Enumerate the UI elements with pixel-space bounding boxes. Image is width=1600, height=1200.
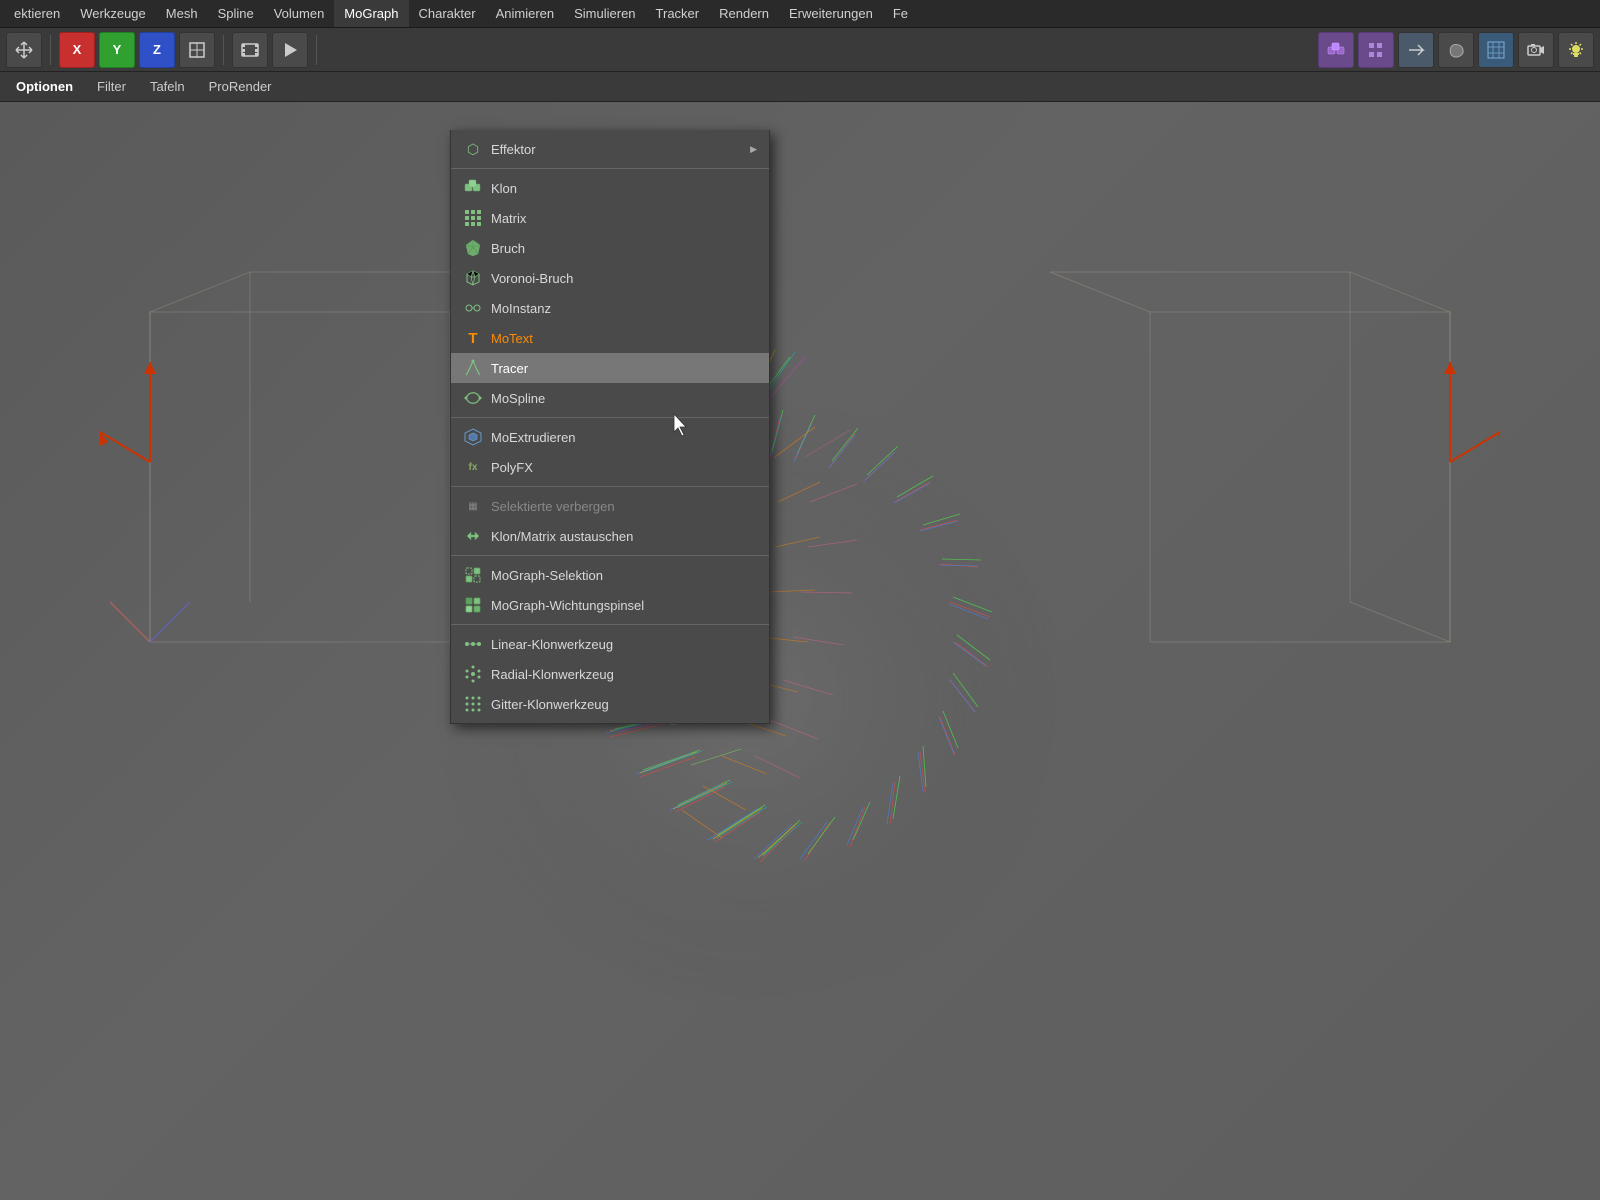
bruch-label: Bruch xyxy=(491,241,525,256)
matrix-icon xyxy=(463,208,483,228)
separator-1 xyxy=(50,35,51,65)
x-axis-btn[interactable]: X xyxy=(59,32,95,68)
separator-3 xyxy=(316,35,317,65)
menu-selektierte-verbergen: ▦ Selektierte verbergen xyxy=(451,491,769,521)
menu-voronoi-bruch[interactable]: Voronoi-Bruch xyxy=(451,263,769,293)
klon-label: Klon xyxy=(491,181,517,196)
linear-klon-label: Linear-Klonwerkzeug xyxy=(491,637,613,652)
menu-select[interactable]: ektieren xyxy=(4,0,70,27)
tracer-label: Tracer xyxy=(491,361,528,376)
menu-effektor[interactable]: ⬡ Effektor xyxy=(451,134,769,164)
voronoi-icon xyxy=(463,268,483,288)
effektor-icon: ⬡ xyxy=(463,139,483,159)
menu-linear-klonwerkzeug[interactable]: Linear-Klonwerkzeug xyxy=(451,629,769,659)
menu-charakter[interactable]: Charakter xyxy=(409,0,486,27)
menu-moinstanz[interactable]: MoInstanz xyxy=(451,293,769,323)
move-tool-btn[interactable] xyxy=(6,32,42,68)
leaf-btn[interactable] xyxy=(1438,32,1474,68)
polyfx-label: PolyFX xyxy=(491,460,533,475)
separator-2 xyxy=(223,35,224,65)
menu-spline[interactable]: Spline xyxy=(208,0,264,27)
selektierte-label: Selektierte verbergen xyxy=(491,499,615,514)
gitter-klon-icon xyxy=(463,694,483,714)
bruch-icon xyxy=(463,238,483,258)
divider-2 xyxy=(451,417,769,418)
z-axis-btn[interactable]: Z xyxy=(139,32,175,68)
grid2-btn[interactable] xyxy=(1478,32,1514,68)
moinstanz-label: MoInstanz xyxy=(491,301,551,316)
wichtungspinsel-icon xyxy=(463,595,483,615)
menu-simulieren[interactable]: Simulieren xyxy=(564,0,645,27)
toolbar2-tafeln[interactable]: Tafeln xyxy=(142,77,193,96)
mograph-dropdown-menu: ⬡ Effektor Klon Matrix xyxy=(450,130,770,724)
menu-animieren[interactable]: Animieren xyxy=(486,0,565,27)
y-axis-btn[interactable]: Y xyxy=(99,32,135,68)
motext-label: MoText xyxy=(491,331,533,346)
cloner-btn[interactable] xyxy=(1318,32,1354,68)
mograph-selektion-icon xyxy=(463,565,483,585)
menu-mograph-selektion[interactable]: MoGraph-Selektion xyxy=(451,560,769,590)
menu-mograph-wichtungspinsel[interactable]: MoGraph-Wichtungspinsel xyxy=(451,590,769,620)
klon-icon xyxy=(463,178,483,198)
object-coord-btn[interactable] xyxy=(179,32,215,68)
menu-werkzeuge[interactable]: Werkzeuge xyxy=(70,0,156,27)
divider-5 xyxy=(451,624,769,625)
menu-matrix[interactable]: Matrix xyxy=(451,203,769,233)
secondary-toolbar: Optionen Filter Tafeln ProRender xyxy=(0,72,1600,102)
mospline-label: MoSpline xyxy=(491,391,545,406)
menu-gitter-klonwerkzeug[interactable]: Gitter-Klonwerkzeug xyxy=(451,689,769,719)
tracer-icon xyxy=(463,358,483,378)
linear-klon-icon xyxy=(463,634,483,654)
radial-klon-icon xyxy=(463,664,483,684)
menu-erweiterungen[interactable]: Erweiterungen xyxy=(779,0,883,27)
menu-radial-klonwerkzeug[interactable]: Radial-Klonwerkzeug xyxy=(451,659,769,689)
motext-icon: T xyxy=(463,328,483,348)
menu-bar: ektieren Werkzeuge Mesh Spline Volumen M… xyxy=(0,0,1600,28)
menu-mospline[interactable]: MoSpline xyxy=(451,383,769,413)
wichtungspinsel-label: MoGraph-Wichtungspinsel xyxy=(491,598,644,613)
gitter-klon-label: Gitter-Klonwerkzeug xyxy=(491,697,609,712)
arrow-btn[interactable] xyxy=(1398,32,1434,68)
klon-matrix-label: Klon/Matrix austauschen xyxy=(491,529,633,544)
polyfx-icon: fx xyxy=(463,457,483,477)
moextrudieren-label: MoExtrudieren xyxy=(491,430,576,445)
menu-bruch[interactable]: Bruch xyxy=(451,233,769,263)
film-btn[interactable] xyxy=(232,32,268,68)
menu-rendern[interactable]: Rendern xyxy=(709,0,779,27)
menu-mesh[interactable]: Mesh xyxy=(156,0,208,27)
menu-polyfx[interactable]: fx PolyFX xyxy=(451,452,769,482)
viewport-3d[interactable]: ⬡ Effektor Klon Matrix xyxy=(0,102,1600,1200)
menu-motext[interactable]: T MoText xyxy=(451,323,769,353)
menu-tracer[interactable]: Tracer xyxy=(451,353,769,383)
menu-moextrudieren[interactable]: MoExtrudieren xyxy=(451,422,769,452)
effektor-label: Effektor xyxy=(491,142,536,157)
divider-1 xyxy=(451,168,769,169)
grid-btn[interactable] xyxy=(1358,32,1394,68)
menu-tracker[interactable]: Tracker xyxy=(646,0,710,27)
selektierte-icon: ▦ xyxy=(463,496,483,516)
mospline-icon xyxy=(463,388,483,408)
light-btn[interactable] xyxy=(1558,32,1594,68)
toolbar2-prorender[interactable]: ProRender xyxy=(201,77,280,96)
mograph-selektion-label: MoGraph-Selektion xyxy=(491,568,603,583)
play-btn[interactable] xyxy=(272,32,308,68)
camera-btn[interactable] xyxy=(1518,32,1554,68)
main-toolbar: X Y Z xyxy=(0,28,1600,72)
radial-klon-label: Radial-Klonwerkzeug xyxy=(491,667,614,682)
toolbar2-optionen[interactable]: Optionen xyxy=(8,77,81,96)
toolbar2-filter[interactable]: Filter xyxy=(89,77,134,96)
menu-volumen[interactable]: Volumen xyxy=(264,0,335,27)
menu-mograph[interactable]: MoGraph xyxy=(334,0,408,27)
matrix-label: Matrix xyxy=(491,211,526,226)
menu-klon[interactable]: Klon xyxy=(451,173,769,203)
menu-klon-matrix-austauschen[interactable]: Klon/Matrix austauschen xyxy=(451,521,769,551)
moinstanz-icon xyxy=(463,298,483,318)
moextrudieren-icon xyxy=(463,427,483,447)
divider-4 xyxy=(451,555,769,556)
klon-matrix-icon xyxy=(463,526,483,546)
voronoi-label: Voronoi-Bruch xyxy=(491,271,573,286)
menu-fe[interactable]: Fe xyxy=(883,0,918,27)
divider-3 xyxy=(451,486,769,487)
